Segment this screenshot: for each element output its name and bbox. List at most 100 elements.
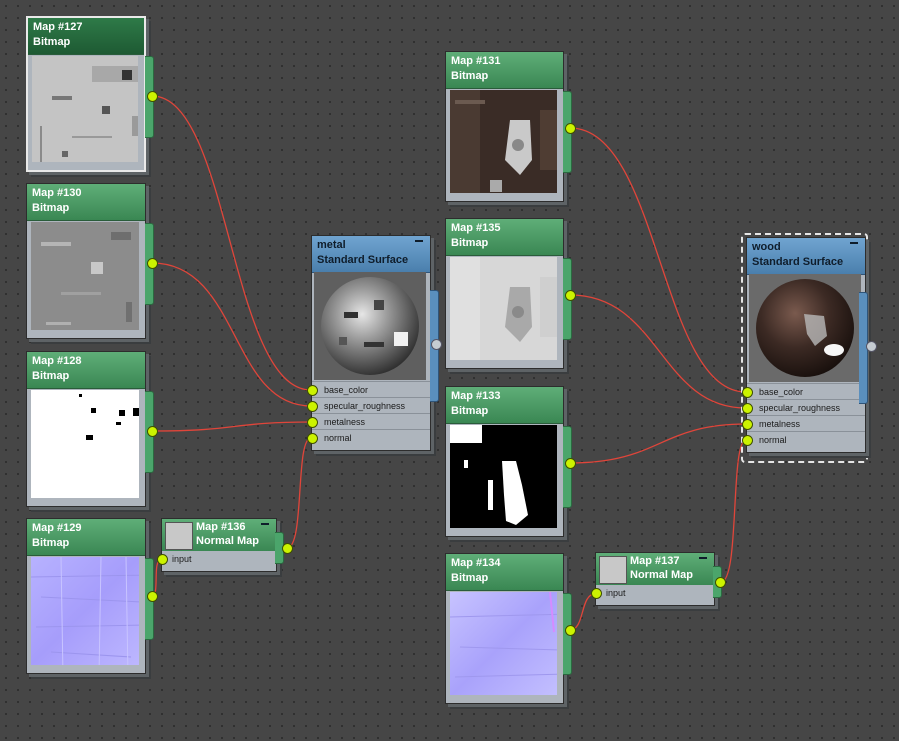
node-subtitle: Standard Surface <box>317 254 409 266</box>
bitmap-node-map131[interactable]: Map #131 Bitmap <box>445 51 576 208</box>
wire-map131-wood-base <box>569 127 747 393</box>
output-port[interactable] <box>565 458 576 469</box>
node-body: Map #134 Bitmap <box>445 553 564 704</box>
node-title: Map #136 <box>196 521 246 533</box>
slot-normal: normal <box>742 431 865 447</box>
node-subtitle: Bitmap <box>451 572 489 584</box>
node-body: wood Standard Surface base_color specula… <box>742 237 866 453</box>
wire-map136-metal-normal <box>286 437 312 549</box>
slot-metalness: metalness <box>307 413 430 429</box>
bitmap-node-map134[interactable]: Map #134 Bitmap <box>445 553 576 710</box>
wire-map130-metal-spec <box>151 262 312 407</box>
collapse-icon[interactable] <box>699 557 707 559</box>
node-subtitle: Bitmap <box>32 537 70 549</box>
node-title: Map #134 <box>451 557 501 569</box>
texture-thumbnail <box>450 592 557 695</box>
node-header: Map #134 Bitmap <box>446 554 563 591</box>
input-port[interactable] <box>157 554 168 565</box>
bitmap-node-map129[interactable]: Map #129 Bitmap <box>26 518 158 680</box>
input-port[interactable] <box>742 419 753 430</box>
node-header: Map #135 Bitmap <box>446 219 563 256</box>
output-port[interactable] <box>147 91 158 102</box>
wire-map127-metal-base <box>151 95 312 391</box>
output-port[interactable] <box>715 577 726 588</box>
swatch <box>599 556 627 584</box>
normal-map-node-map137[interactable]: Map #137 Normal Map input <box>591 552 726 612</box>
slot-base-color: base_color <box>742 383 865 399</box>
bitmap-node-map130[interactable]: Map #130 Bitmap <box>26 183 158 345</box>
slot-label: specular_roughness <box>324 401 406 411</box>
output-port[interactable] <box>147 591 158 602</box>
node-subtitle: Normal Map <box>630 569 693 581</box>
material-node-metal[interactable]: metal Standard Surface base_color specul… <box>307 235 442 457</box>
node-subtitle: Bitmap <box>451 237 489 249</box>
slot-input: input <box>591 585 714 601</box>
node-body: Map #136 Normal Map input <box>157 518 277 572</box>
node-body: Map #127 Bitmap <box>26 16 146 172</box>
input-port[interactable] <box>742 387 753 398</box>
collapse-icon[interactable] <box>261 523 269 525</box>
material-node-wood[interactable]: wood Standard Surface base_color specula… <box>742 237 877 459</box>
input-port[interactable] <box>591 588 602 599</box>
node-header: Map #133 Bitmap <box>446 387 563 424</box>
slot-base-color: base_color <box>307 381 430 397</box>
node-body: Map #128 Bitmap <box>26 351 146 507</box>
output-port[interactable] <box>565 625 576 636</box>
wire-map134-map137 <box>569 593 596 631</box>
input-port[interactable] <box>307 433 318 444</box>
input-port[interactable] <box>307 385 318 396</box>
node-body: Map #131 Bitmap <box>445 51 564 202</box>
node-subtitle: Bitmap <box>451 405 489 417</box>
bitmap-node-map127[interactable]: Map #127 Bitmap <box>26 16 158 178</box>
output-port[interactable] <box>147 258 158 269</box>
texture-thumbnail <box>450 425 557 528</box>
material-preview-sphere <box>314 272 426 380</box>
node-subtitle: Bitmap <box>32 370 70 382</box>
bitmap-node-map135[interactable]: Map #135 Bitmap <box>445 218 576 375</box>
swatch <box>165 522 193 550</box>
node-body: Map #137 Normal Map input <box>591 552 715 606</box>
slot-label: normal <box>759 435 787 445</box>
bitmap-node-map133[interactable]: Map #133 Bitmap <box>445 386 576 543</box>
output-port[interactable] <box>282 543 293 554</box>
input-port[interactable] <box>307 401 318 412</box>
slot-input: input <box>157 551 276 567</box>
wire-map135-wood-spec <box>569 294 747 409</box>
slot-label: input <box>606 588 626 598</box>
texture-thumbnail <box>31 222 139 330</box>
node-title: metal <box>317 239 346 251</box>
slot-specular-roughness: specular_roughness <box>307 397 430 413</box>
slot-label: specular_roughness <box>759 403 841 413</box>
input-port[interactable] <box>742 403 753 414</box>
node-header: Map #131 Bitmap <box>446 52 563 89</box>
material-preview-sphere <box>749 274 861 382</box>
node-title: Map #129 <box>32 522 82 534</box>
node-subtitle: Bitmap <box>33 36 71 48</box>
bitmap-node-map128[interactable]: Map #128 Bitmap <box>26 351 158 513</box>
texture-thumbnail <box>450 90 557 193</box>
node-header: Map #129 Bitmap <box>27 519 145 556</box>
output-port[interactable] <box>565 123 576 134</box>
texture-thumbnail <box>32 56 138 162</box>
node-title: Map #128 <box>32 355 82 367</box>
collapse-icon[interactable] <box>850 242 858 244</box>
texture-thumbnail <box>31 557 139 665</box>
output-port[interactable] <box>147 426 158 437</box>
output-port[interactable] <box>431 339 442 350</box>
node-body: Map #129 Bitmap <box>26 518 146 674</box>
normal-map-node-map136[interactable]: Map #136 Normal Map input <box>157 518 293 578</box>
node-title: Map #131 <box>451 55 501 67</box>
input-port[interactable] <box>307 417 318 428</box>
input-port[interactable] <box>742 435 753 446</box>
slot-label: input <box>172 554 192 564</box>
slot-label: base_color <box>324 385 369 395</box>
node-subtitle: Standard Surface <box>752 256 844 268</box>
node-header: wood Standard Surface <box>747 238 865 275</box>
node-header: Map #128 Bitmap <box>27 352 145 389</box>
output-port[interactable] <box>565 290 576 301</box>
output-port[interactable] <box>866 341 877 352</box>
collapse-icon[interactable] <box>415 240 423 242</box>
slot-specular-roughness: specular_roughness <box>742 399 865 415</box>
node-subtitle: Bitmap <box>32 202 70 214</box>
node-header: Map #127 Bitmap <box>28 18 144 55</box>
